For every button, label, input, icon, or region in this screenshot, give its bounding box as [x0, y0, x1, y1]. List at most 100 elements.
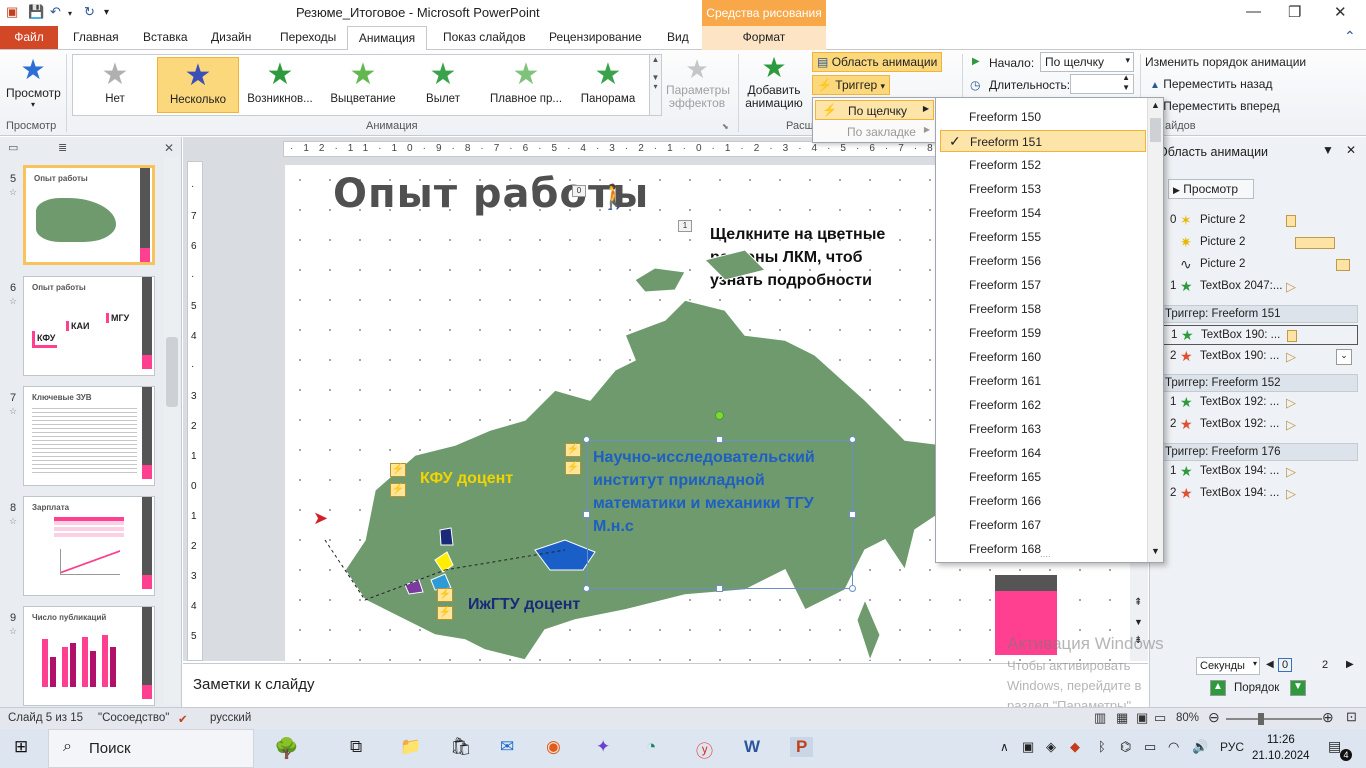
slide-thumbnail[interactable]: Опыт работы КФУ КАИ МГУ: [23, 276, 155, 376]
menu-item-freeform[interactable]: Freeform 166: [940, 490, 1146, 512]
trigger-lightning-icon[interactable]: ⚡: [437, 606, 453, 620]
input-language[interactable]: РУС: [1220, 740, 1244, 754]
fit-to-window-icon[interactable]: ⊡: [1346, 709, 1357, 725]
spellcheck-icon[interactable]: ✔: [178, 712, 188, 726]
resize-handle[interactable]: [583, 511, 590, 518]
notes-pane[interactable]: Заметки к слайду: [183, 663, 1148, 707]
resize-handle[interactable]: [849, 511, 856, 518]
mail-icon[interactable]: ✉: [500, 737, 514, 757]
resize-handle[interactable]: [583, 585, 590, 592]
tray-chevron-icon[interactable]: ∧: [1000, 740, 1009, 754]
gallery-scroll[interactable]: ▲ ▼ ▾: [649, 55, 661, 115]
zoom-out-timeline-icon[interactable]: ◀: [1266, 659, 1274, 670]
menu-item-freeform[interactable]: Freeform 150: [940, 106, 1146, 128]
gallery-item-fly-in[interactable]: ★ Вылет: [407, 57, 479, 113]
tab-home[interactable]: Главная: [73, 30, 119, 44]
move-earlier-button[interactable]: ▲ Переместить назад: [1150, 77, 1272, 91]
scroll-down-icon[interactable]: ▼: [1151, 546, 1160, 556]
slides-tab-icon[interactable]: ▭: [8, 141, 18, 154]
dialog-launcher-icon[interactable]: ⬊: [722, 122, 729, 131]
prev-slide-icon[interactable]: ⇞: [1134, 597, 1142, 608]
zoom-out-icon[interactable]: ⊖: [1208, 709, 1220, 726]
outline-tab-icon[interactable]: ≣: [58, 141, 67, 154]
trigger-lightning-icon[interactable]: ⚡: [565, 461, 581, 475]
tab-transitions[interactable]: Переходы: [280, 30, 336, 44]
person-icon[interactable]: 🚶: [599, 183, 629, 212]
menu-item-freeform[interactable]: Freeform 154: [940, 202, 1146, 224]
animation-pane-button[interactable]: ▤ Область анимации: [812, 52, 943, 72]
tab-insert[interactable]: Вставка: [143, 30, 188, 44]
animation-item[interactable]: ∿ Picture 2: [1154, 255, 1358, 275]
animation-item[interactable]: 0 ✶ Picture 2: [1154, 211, 1358, 231]
kfu-textbox[interactable]: КФУ доцент: [420, 467, 513, 491]
theme-name[interactable]: "Сосоедство": [98, 712, 169, 724]
redo-icon[interactable]: ↻: [84, 4, 95, 20]
item-dropdown[interactable]: ⌄: [1336, 349, 1352, 365]
scroll-thumb[interactable]: [1150, 118, 1161, 142]
normal-view-icon[interactable]: ▥: [1094, 710, 1106, 726]
tray-icon[interactable]: ◈: [1046, 739, 1056, 755]
effect-options-button[interactable]: ★ Параметры эффектов: [666, 54, 730, 110]
gallery-item-float-in[interactable]: ★ Плавное пр...: [483, 57, 569, 113]
freeform-scrollbar[interactable]: ▲ ▼: [1147, 98, 1163, 562]
animation-item[interactable]: 1 ★ TextBox 194: ... ▷: [1154, 462, 1358, 482]
tab-review[interactable]: Рецензирование: [549, 30, 642, 44]
resize-handle[interactable]: [849, 585, 856, 592]
app-icon[interactable]: ✦: [596, 737, 610, 757]
notes-placeholder[interactable]: Заметки к слайду: [193, 676, 315, 693]
izhgtu-textbox[interactable]: ИжГТУ доцент: [468, 593, 580, 616]
scroll-thumb[interactable]: [166, 337, 178, 407]
gallery-item-appear[interactable]: ★ Возникнов...: [243, 57, 317, 113]
menu-item-freeform[interactable]: Freeform 156: [940, 250, 1146, 272]
task-view-icon[interactable]: ⧉: [350, 737, 362, 757]
minimize-button[interactable]: —: [1246, 3, 1261, 20]
zoom-level[interactable]: 80%: [1176, 712, 1199, 724]
menu-item-freeform[interactable]: Freeform 165: [940, 466, 1146, 488]
scroll-up-icon[interactable]: ▲: [1151, 100, 1160, 110]
trigger-lightning-icon[interactable]: ⚡: [565, 443, 581, 457]
start-select[interactable]: По щелчку ▾: [1040, 52, 1134, 72]
bluetooth-icon[interactable]: ᛒ: [1098, 739, 1106, 754]
edge-icon[interactable]: ◔: [646, 737, 656, 757]
tray-icon[interactable]: ▣: [1022, 739, 1034, 755]
menu-item-freeform[interactable]: Freeform 155: [940, 226, 1146, 248]
wifi-icon[interactable]: ◠: [1168, 739, 1179, 755]
move-later-button[interactable]: ▼ Переместить вперед: [1150, 99, 1280, 113]
trigger-header[interactable]: Триггер: Freeform 176: [1154, 443, 1358, 461]
animation-item[interactable]: 1 ★ TextBox 2047:... ▷: [1154, 277, 1358, 297]
menu-item-freeform[interactable]: Freeform 161: [940, 370, 1146, 392]
menu-item-freeform[interactable]: Freeform 153: [940, 178, 1146, 200]
trigger-header[interactable]: Триггер: Freeform 151: [1154, 305, 1358, 323]
undo-dropdown-icon[interactable]: ▾: [68, 9, 72, 18]
yandex-browser-icon[interactable]: ⓨ: [696, 737, 713, 762]
menu-item-freeform[interactable]: Freeform 167: [940, 514, 1146, 536]
gallery-item-none[interactable]: ★ Нет: [77, 57, 153, 113]
seconds-select[interactable]: Секунды ▾: [1196, 657, 1260, 675]
menu-item-freeform[interactable]: Freeform 164: [940, 442, 1146, 464]
pane-options-icon[interactable]: ▼: [1322, 143, 1334, 157]
add-animation-button[interactable]: ★ Добавить анимацию: [740, 52, 808, 110]
collapse-ribbon-icon[interactable]: ⌃: [1344, 28, 1356, 45]
slide-thumbnail[interactable]: Число публикаций: [23, 606, 155, 706]
resize-handle[interactable]: [716, 436, 723, 443]
motion-end-marker-icon[interactable]: ➤: [313, 508, 328, 529]
menu-item-freeform[interactable]: Freeform 152: [940, 154, 1146, 176]
tab-format[interactable]: Формат: [702, 26, 826, 50]
slide-sorter-icon[interactable]: ▦: [1116, 710, 1128, 726]
slide-thumbnail[interactable]: Опыт работы: [23, 165, 155, 265]
undo-icon[interactable]: ↶: [50, 4, 61, 20]
menu-item-on-bookmark[interactable]: По закладке ▶: [815, 122, 934, 142]
word-icon[interactable]: W: [744, 737, 760, 757]
tab-design[interactable]: Дизайн: [211, 30, 251, 44]
resize-grip-icon[interactable]: ····: [1040, 552, 1051, 561]
animation-item[interactable]: 2 ★ TextBox 194: ... ▷: [1154, 484, 1358, 504]
maximize-button[interactable]: ❐: [1288, 3, 1301, 21]
close-pane-icon[interactable]: ✕: [1346, 143, 1356, 157]
tab-view[interactable]: Вид: [667, 30, 689, 44]
zoom-slider[interactable]: [1226, 713, 1322, 725]
trigger-button[interactable]: ⚡ Триггер ▾: [812, 75, 891, 95]
trigger-header[interactable]: Триггер: Freeform 152: [1154, 374, 1358, 392]
store-icon[interactable]: 🛍: [450, 737, 472, 757]
zoom-in-timeline-icon[interactable]: ▶: [1346, 659, 1354, 670]
order-down-button[interactable]: ▼: [1290, 680, 1306, 696]
